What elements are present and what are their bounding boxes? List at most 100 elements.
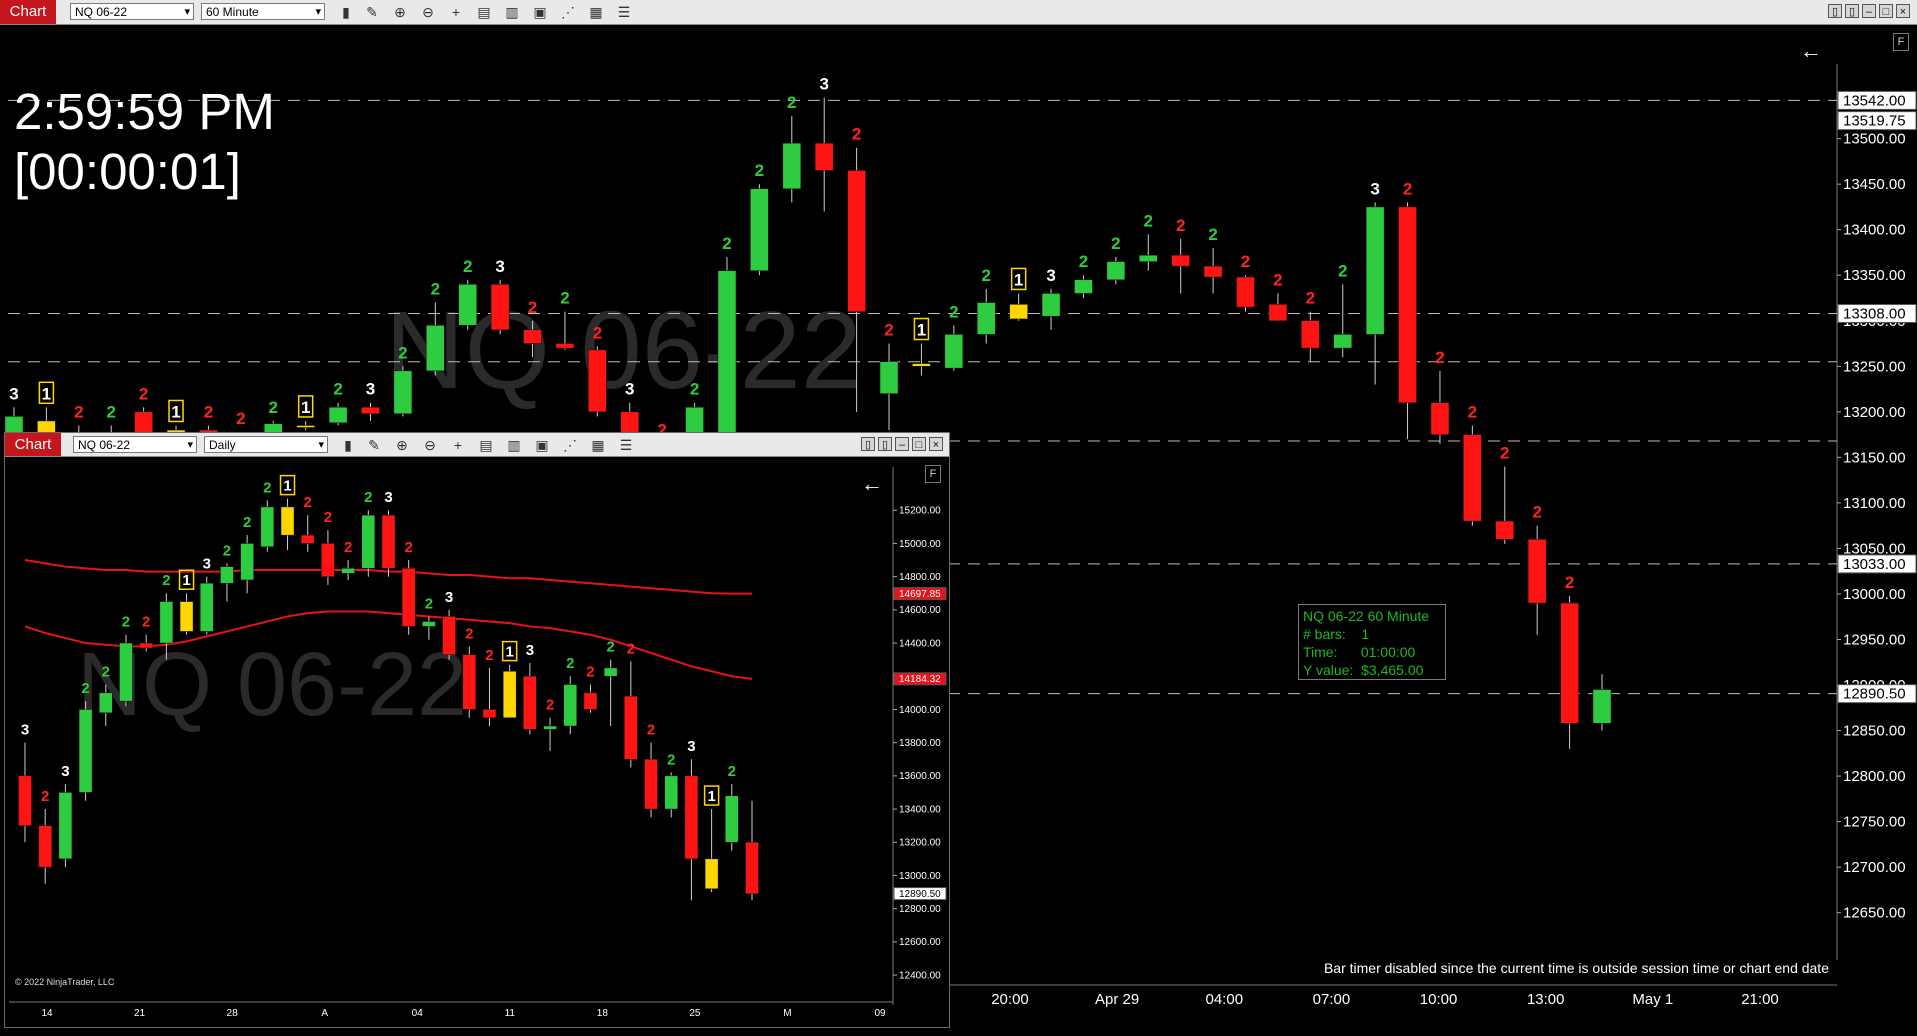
instrument-watermark: NQ 06-22 bbox=[385, 289, 862, 412]
price-axis-label: 12650.00 bbox=[1843, 905, 1906, 922]
bar-count-label: 3 bbox=[687, 738, 695, 755]
bar-count-label: 2 bbox=[566, 655, 574, 672]
properties-icon[interactable]: ▤ bbox=[477, 436, 495, 454]
bar-count-label: 2 bbox=[949, 302, 958, 321]
price-marker-label: 12890.50 bbox=[899, 889, 941, 900]
candle-body bbox=[341, 568, 355, 574]
price-axis-label: 13800.00 bbox=[899, 738, 941, 749]
data-box-icon[interactable]: ▦ bbox=[589, 436, 607, 454]
bar-count-label: 2 bbox=[139, 384, 148, 403]
price-axis-label: 13450.00 bbox=[1843, 176, 1906, 193]
bar-count-label: 2 bbox=[102, 664, 110, 681]
candle-body bbox=[717, 270, 737, 458]
candle-body bbox=[523, 675, 537, 730]
price-axis-label: 13150.00 bbox=[1843, 449, 1906, 466]
tile-right-icon[interactable]: ▯ bbox=[878, 437, 892, 451]
bar-count-label: 2 bbox=[1532, 503, 1541, 522]
candle-body bbox=[58, 792, 73, 860]
daily-price-chart[interactable]: NQ 06-22 15200.00 15000.00 14800.00 14600.00… bbox=[5, 457, 949, 1027]
bar-count-label: 2 bbox=[1273, 270, 1282, 289]
bar-count-label: 2 bbox=[41, 788, 49, 805]
candle-body bbox=[200, 583, 214, 632]
candle-body bbox=[260, 506, 275, 548]
bar-count-label: 3 bbox=[21, 722, 29, 739]
candle-body bbox=[782, 142, 802, 189]
bar-count-label: 3 bbox=[495, 257, 504, 276]
price-axis-label: 13100.00 bbox=[1843, 495, 1906, 512]
f-button[interactable]: F bbox=[1893, 33, 1909, 51]
price-axis-label: 12850.00 bbox=[1843, 723, 1906, 740]
bar-count-label: 1 bbox=[171, 402, 180, 421]
candle-body bbox=[603, 667, 618, 677]
bar-count-label: 2 bbox=[431, 280, 440, 299]
bar-count-label: 2 bbox=[1241, 252, 1250, 271]
bar-count-label: 2 bbox=[236, 409, 245, 428]
time-axis-label: 20:00 bbox=[991, 991, 1029, 1008]
bar-count-label: 2 bbox=[463, 257, 472, 276]
list-icon[interactable]: ☰ bbox=[617, 436, 635, 454]
clock-readout: 2:59:59 PM [00:00:01] bbox=[14, 82, 275, 202]
bar-count-label: 1 bbox=[301, 398, 310, 417]
bar-count-label: 1 bbox=[283, 478, 291, 495]
price-axis-label: 13500.00 bbox=[1843, 131, 1906, 148]
tile-left-icon[interactable]: ▯ bbox=[861, 437, 875, 451]
candle-body bbox=[624, 695, 638, 760]
time-axis-label: 04:00 bbox=[1206, 991, 1244, 1008]
chart-menu-button[interactable]: Chart bbox=[5, 433, 61, 456]
template-icon[interactable]: ▥ bbox=[505, 436, 523, 454]
candle-body bbox=[644, 758, 658, 810]
time-axis-label: 25 bbox=[689, 1008, 701, 1019]
candle-body bbox=[664, 775, 678, 810]
interval-selector[interactable]: Daily bbox=[204, 436, 328, 454]
price-axis-label: 13200.00 bbox=[1843, 404, 1906, 421]
back-arrow-icon[interactable]: ← bbox=[1800, 38, 1822, 64]
minimize-icon[interactable]: – bbox=[895, 437, 909, 451]
close-icon[interactable]: × bbox=[929, 437, 943, 451]
crosshair-icon[interactable]: + bbox=[449, 436, 467, 454]
bar-count-label: 2 bbox=[787, 93, 796, 112]
draw-pencil-icon[interactable]: ✎ bbox=[365, 436, 383, 454]
candle-body bbox=[1333, 334, 1352, 349]
bar-count-label: 2 bbox=[728, 763, 736, 780]
price-axis-label: 15000.00 bbox=[899, 539, 941, 550]
bar-count-label: 2 bbox=[74, 402, 83, 421]
candle-body bbox=[159, 601, 174, 644]
candle-body bbox=[1365, 206, 1385, 335]
zoom-out-icon[interactable]: ⊖ bbox=[421, 436, 439, 454]
back-arrow-icon[interactable]: ← bbox=[861, 471, 883, 497]
price-marker-label: 13033.00 bbox=[1843, 556, 1906, 573]
candle-body bbox=[220, 566, 234, 584]
bar-count-label: 2 bbox=[333, 380, 342, 399]
bar-count-label: 2 bbox=[667, 752, 675, 769]
candle-body bbox=[422, 621, 436, 627]
bar-count-label: 2 bbox=[755, 161, 764, 180]
bar-count-label: 2 bbox=[852, 125, 861, 144]
bar-count-label: 2 bbox=[1565, 573, 1574, 592]
candle-body bbox=[1106, 261, 1126, 281]
zoom-in-icon[interactable]: ⊕ bbox=[393, 436, 411, 454]
strategies-icon[interactable]: ⋰ bbox=[561, 436, 579, 454]
bar-type-icon[interactable]: ▮ bbox=[339, 436, 357, 454]
candle-body bbox=[1430, 402, 1450, 435]
bar-count-label: 2 bbox=[546, 697, 554, 714]
price-axis-label: 13000.00 bbox=[1843, 586, 1906, 603]
bar-count-label: 2 bbox=[1468, 402, 1477, 421]
bar-count-label: 2 bbox=[606, 639, 614, 656]
f-button[interactable]: F bbox=[925, 465, 941, 483]
candle-body bbox=[745, 841, 759, 894]
bar-count-label: 2 bbox=[263, 479, 271, 496]
bar-count-label: 2 bbox=[722, 234, 731, 253]
price-axis-label: 13400.00 bbox=[899, 804, 941, 815]
price-axis-label: 12400.00 bbox=[899, 970, 941, 981]
indicators-icon[interactable]: ▣ bbox=[533, 436, 551, 454]
candle-body bbox=[588, 349, 607, 413]
candle-body bbox=[543, 725, 557, 730]
price-axis-label: 14800.00 bbox=[899, 572, 941, 583]
maximize-icon[interactable]: □ bbox=[912, 437, 926, 451]
candle-body bbox=[1592, 689, 1612, 724]
candle-body bbox=[179, 601, 194, 632]
instrument-selector[interactable]: NQ 06-22 bbox=[73, 436, 197, 454]
bar-count-label: 2 bbox=[485, 647, 493, 664]
bar-count-label: 3 bbox=[203, 556, 211, 573]
candle-body bbox=[725, 795, 739, 843]
